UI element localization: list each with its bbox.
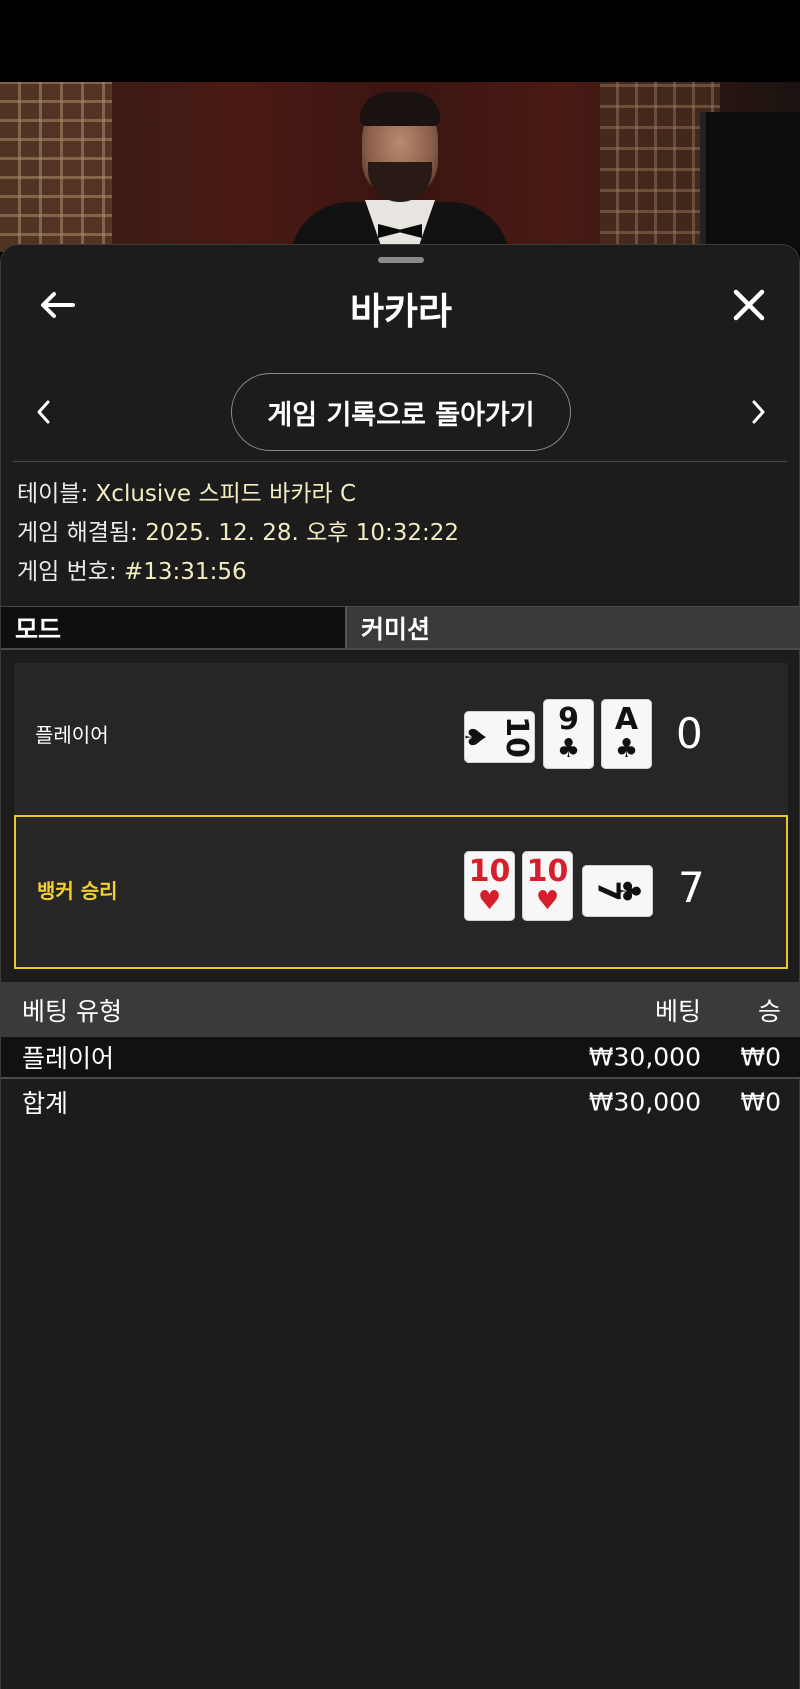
previous-game-button[interactable] — [31, 395, 55, 429]
bet-table-header: 베팅 유형 베팅 승 — [1, 982, 800, 1037]
player-card-3: A ♣ — [601, 699, 652, 769]
row-bet-amount: ₩30,000 — [588, 1042, 701, 1072]
status-bar — [0, 0, 800, 82]
table-line: 테이블: Xclusive 스피드 바카라 C — [17, 475, 459, 514]
back-to-history-button[interactable]: 게임 기록으로 돌아가기 — [231, 373, 571, 451]
close-button[interactable] — [727, 283, 771, 327]
card-suit: ♣ — [614, 734, 639, 764]
banker-score: 7 — [678, 863, 705, 912]
header-bet: 베팅 — [654, 996, 701, 1026]
card-rank: 10 — [499, 716, 535, 758]
tab-commission[interactable]: 커미션 — [347, 607, 800, 648]
resolved-label: 게임 해결됨: — [17, 520, 138, 546]
card-rank: A — [614, 702, 639, 737]
resolved-line: 게임 해결됨: 2025. 12. 28. 오후 10:32:22 — [17, 514, 459, 553]
player-score: 0 — [676, 709, 703, 758]
header-win: 승 — [757, 996, 781, 1026]
game-detail-sheet: 바카라 게임 기록으로 돌아가기 테이블: Xclusive 스피드 바카라 C… — [0, 244, 800, 1689]
card-suit: ♣ — [556, 734, 581, 764]
table-row: 플레이어 ₩30,000 ₩0 — [1, 1037, 800, 1079]
card-suit: ♠ — [458, 724, 492, 750]
player-card-1: ♠ 10 — [458, 711, 535, 763]
player-hand: 플레이어 ♠ 10 9 ♣ A ♣ 0 — [14, 663, 788, 817]
player-hand-label: 플레이어 — [35, 723, 109, 747]
card-rank: 9 — [558, 702, 579, 737]
mode-commission-tabs: 모드 커미션 — [1, 606, 800, 650]
page-title: 바카라 — [349, 290, 453, 333]
game-info: 테이블: Xclusive 스피드 바카라 C 게임 해결됨: 2025. 12… — [17, 475, 459, 592]
dealer-hair — [360, 92, 440, 126]
card-rank: 10 — [526, 854, 569, 889]
chevron-left-icon — [37, 400, 50, 424]
background-lattice-left — [0, 82, 112, 252]
banker-hand: 뱅커 승리 10 ♥ 10 ♥ 7 ♣ 7 — [14, 815, 788, 969]
close-icon — [733, 289, 765, 321]
total-bet-amount: ₩30,000 — [588, 1087, 701, 1117]
header-bet-type: 베팅 유형 — [22, 996, 122, 1026]
game-number-label: 게임 번호: — [17, 559, 117, 585]
chevron-right-icon — [752, 400, 765, 424]
history-navigation: 게임 기록으로 돌아가기 — [1, 373, 800, 451]
sheet-grabber[interactable] — [378, 257, 424, 263]
total-row: 합계 ₩30,000 ₩0 — [1, 1081, 800, 1123]
banker-hand-label: 뱅커 승리 — [37, 879, 118, 903]
game-number-line: 게임 번호: #13:31:56 — [17, 553, 459, 592]
card-suit: ♥ — [477, 886, 502, 916]
row-win-amount: ₩0 — [740, 1042, 781, 1072]
banker-card-1: 10 ♥ — [464, 851, 515, 921]
total-label: 합계 — [22, 1089, 69, 1118]
card-suit: ♣ — [613, 878, 647, 904]
background-monitor — [700, 112, 800, 252]
card-rank: 10 — [468, 854, 511, 889]
table-label: 테이블: — [17, 481, 89, 507]
divider — [13, 461, 787, 462]
banker-card-2: 10 ♥ — [522, 851, 573, 921]
banker-card-3: 7 ♣ — [582, 865, 653, 917]
card-suit: ♥ — [535, 886, 560, 916]
player-card-2: 9 ♣ — [543, 699, 594, 769]
tab-mode[interactable]: 모드 — [1, 607, 347, 648]
resolved-value: 2025. 12. 28. 오후 10:32:22 — [145, 520, 460, 546]
game-number-value: #13:31:56 — [124, 559, 247, 585]
live-video-feed — [0, 82, 800, 252]
table-value: Xclusive 스피드 바카라 C — [95, 481, 357, 507]
next-game-button[interactable] — [747, 395, 771, 429]
row-bet-type: 플레이어 — [22, 1044, 115, 1073]
dealer-beard — [368, 162, 432, 202]
total-win-amount: ₩0 — [740, 1087, 781, 1117]
sheet-header: 바카라 — [1, 273, 800, 337]
